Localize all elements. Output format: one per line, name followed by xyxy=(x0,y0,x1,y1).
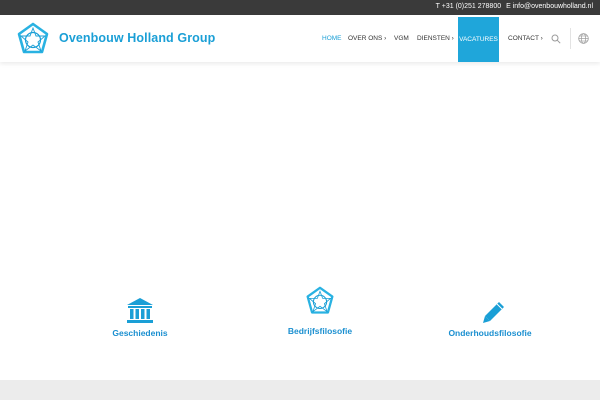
nav-home[interactable]: HOME xyxy=(322,15,342,62)
search-icon[interactable] xyxy=(551,34,561,44)
nav-over-ons[interactable]: OVER ONS › xyxy=(348,15,386,62)
nav-vgm[interactable]: VGM xyxy=(394,15,409,62)
pencil-icon xyxy=(483,302,504,323)
pentagon-star-logo-icon[interactable] xyxy=(16,22,50,56)
email-text[interactable]: E info@ovenbouwholland.nl xyxy=(506,3,593,10)
nav-diensten[interactable]: DIENSTEN › xyxy=(417,15,454,62)
site-header: Ovenbouw Holland Group HOME OVER ONS › V… xyxy=(0,15,600,62)
bank-building-icon xyxy=(127,298,153,323)
globe-icon[interactable] xyxy=(578,33,589,44)
feature-label[interactable]: Geschiedenis xyxy=(95,328,185,338)
feature-label[interactable]: Onderhoudsfilosofie xyxy=(430,328,550,338)
nav-contact[interactable]: CONTACT › xyxy=(508,15,543,62)
brand-name[interactable]: Ovenbouw Holland Group xyxy=(59,31,215,45)
contact-info: T +31 (0)251 278800 E info@ovenbouwholla… xyxy=(436,3,593,10)
top-bar: T +31 (0)251 278800 E info@ovenbouwholla… xyxy=(0,0,600,15)
footer-band xyxy=(0,380,600,400)
page: T +31 (0)251 278800 E info@ovenbouwholla… xyxy=(0,0,600,400)
nav-vacatures[interactable]: VACATURES xyxy=(458,17,499,62)
pentagon-star-logo-icon xyxy=(306,286,334,314)
feature-label[interactable]: Bedrijfsfilosofie xyxy=(265,326,375,336)
nav-divider xyxy=(570,28,571,49)
phone-text[interactable]: T +31 (0)251 278800 xyxy=(436,3,501,10)
